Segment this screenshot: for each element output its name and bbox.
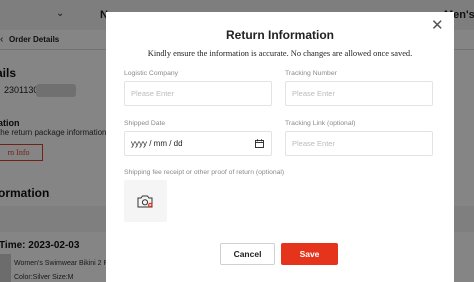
tracking-number-label: Tracking Number	[285, 70, 337, 77]
proof-upload-button[interactable]	[124, 180, 167, 222]
logistic-company-label: Logistic Company	[124, 70, 179, 77]
logistic-company-input[interactable]: Please Enter	[124, 81, 272, 106]
tracking-link-label: Tracking Link (optional)	[285, 120, 356, 127]
date-value: yyyy / mm / dd	[131, 139, 183, 148]
camera-icon	[137, 195, 153, 208]
tracking-number-input[interactable]: Please Enter	[285, 81, 433, 106]
shipped-date-picker[interactable]: yyyy / mm / dd	[124, 131, 272, 156]
return-information-dialog: ✕ Return Information Kindly ensure the i…	[106, 12, 454, 282]
cancel-button[interactable]: Cancel	[220, 243, 275, 265]
dialog-title: Return Information	[226, 28, 334, 42]
shipped-date-label: Shipped Date	[124, 120, 166, 127]
calendar-icon[interactable]	[255, 132, 264, 155]
dialog-notice: Kindly ensure the information is accurat…	[147, 49, 413, 58]
tracking-link-input[interactable]: Please Enter	[285, 131, 433, 156]
proof-upload-label: Shipping fee receipt or other proof of r…	[124, 169, 285, 176]
save-button[interactable]: Save	[281, 243, 338, 265]
